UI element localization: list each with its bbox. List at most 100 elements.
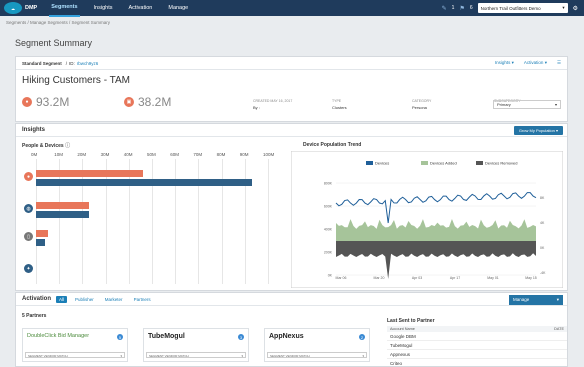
metric-devices: ▣ 38.2M <box>124 95 171 109</box>
bar[interactable] <box>36 170 143 177</box>
page-title: Segment Summary <box>15 38 93 48</box>
chevron-down-icon: ▾ <box>562 5 565 10</box>
gridline <box>244 159 246 284</box>
y-tick-label: 200K <box>324 251 333 255</box>
table-row[interactable]: Google DBM <box>387 332 567 341</box>
partner-badge: 2 <box>359 334 365 340</box>
meta-type: TYPE Clusters <box>332 99 347 110</box>
segment-type: Standard Segment <box>22 60 62 66</box>
top-nav-bar: ☁ DMP Segments Insights Activation Manag… <box>0 0 584 17</box>
gridline <box>152 159 153 284</box>
segment-id: rbwch9yz6 <box>76 60 99 66</box>
gridline <box>175 159 177 284</box>
bar[interactable] <box>36 211 90 218</box>
y-tick-label: 0K <box>328 274 333 278</box>
org-name: Northern Trail Outfitters Demo <box>480 5 541 11</box>
x-tick-label: 80M <box>216 152 226 157</box>
legend-label: Devices Added <box>430 161 457 166</box>
grow-population-button[interactable]: Grow My Population ▾ <box>513 126 563 135</box>
person-icon: ● <box>22 97 32 107</box>
trend-title: Device Population Trend <box>303 142 362 148</box>
bar[interactable] <box>36 179 252 186</box>
product-name: DMP <box>25 5 38 11</box>
tab-marketer[interactable]: Marketer <box>102 296 126 303</box>
partners-count: 5 Partners <box>22 313 47 319</box>
devices-icon: ▣ <box>124 97 134 107</box>
id-label: ID: <box>69 60 75 66</box>
bar[interactable] <box>36 230 48 237</box>
gridline <box>268 159 269 284</box>
legend-label: Devices <box>375 161 389 166</box>
partner-badge: 3 <box>238 334 244 340</box>
tab-partners[interactable]: Partners <box>131 296 154 303</box>
menu-icon[interactable]: ☰ <box>557 60 561 66</box>
y-tick-label: 400K <box>324 228 333 232</box>
bell-icon[interactable]: ⚑ <box>459 5 464 12</box>
gridline <box>221 159 223 284</box>
vendor-match-select[interactable]: SEGMENT VENDOR MATCH ▾ <box>25 352 125 358</box>
gridline <box>105 159 107 284</box>
x-tick-label: May 01 <box>487 276 499 280</box>
y-tick-label: 600K <box>324 205 333 209</box>
x-tick-label: May 15 <box>525 276 537 280</box>
insights-panel: Insights Grow My Population ▾ People & D… <box>15 123 568 291</box>
globe-icon: ◍ <box>24 204 33 213</box>
y-tick-label: 800K <box>324 182 333 186</box>
table-row[interactable]: TubeMogul <box>387 341 567 350</box>
trend-frame <box>291 151 563 288</box>
metric-people-value: 93.2M <box>36 95 70 109</box>
summary-header: Standard Segment / ID: rbwch9yz6 <box>16 57 567 70</box>
pin-icon[interactable]: ✎ <box>442 5 447 12</box>
legend-swatch <box>421 161 428 165</box>
table-row[interactable]: Criteo <box>387 359 567 367</box>
x-tick-label: 60M <box>170 152 179 157</box>
top-right-controls: ✎ 1 ⚑ 6 Northern Trail Outfitters Demo ▾… <box>442 3 578 13</box>
gridline <box>36 159 37 284</box>
last-sent-table: Last Sent to Partner Account Name DATE Go… <box>387 318 567 367</box>
table-row[interactable]: Appnexus <box>387 350 567 359</box>
x-tick-label: Mar 20 <box>374 276 385 280</box>
nav-insights[interactable]: Insights <box>92 0 115 16</box>
x-tick-label: Mar 06 <box>336 276 347 280</box>
tab-all[interactable]: All <box>56 295 68 303</box>
nav-manage[interactable]: Manage <box>166 0 190 16</box>
nav-activation[interactable]: Activation <box>127 0 155 16</box>
x-tick-label: 70M <box>193 152 203 157</box>
segment-name: Hiking Customers - TAM <box>22 75 130 86</box>
org-select[interactable]: Northern Trail Outfitters Demo ▾ <box>477 3 568 13</box>
tab-publisher[interactable]: Publisher <box>72 296 97 303</box>
bar[interactable] <box>36 202 90 209</box>
bar[interactable] <box>36 239 46 246</box>
meta-created: CREATED MAY 16, 2017 By : <box>253 99 293 110</box>
vendor-match-select[interactable]: SEGMENT VENDOR MATCH ▾ <box>267 352 367 358</box>
salesforce-logo[interactable]: ☁ <box>4 2 22 14</box>
activation-title: Activation <box>22 296 52 302</box>
person-icon: ● <box>24 172 33 181</box>
partner-card-dbm[interactable]: DoubleClick Bid Manager 5 SEGMENT VENDOR… <box>22 328 128 362</box>
partner-card-appnexus[interactable]: AppNexus 2 SEGMENT VENDOR MATCH ▾ <box>264 328 370 362</box>
people-devices-title: People & Devices ⓘ <box>22 143 71 149</box>
legend-label: Devices Removed <box>485 161 517 166</box>
metric-devices-value: 38.2M <box>138 95 172 109</box>
breadcrumb[interactable]: Segments / Manage Segments / Segment Sum… <box>6 20 110 25</box>
partner-logo-tubemogul: TubeMogul <box>148 333 185 340</box>
x-tick-label: 20M <box>77 152 87 157</box>
vendor-match-select[interactable]: SEGMENT VENDOR MATCH ▾ <box>146 352 246 358</box>
meta-category: CATEGORY Persona <box>412 99 432 110</box>
gridline <box>128 159 130 284</box>
partner-card-tubemogul[interactable]: TubeMogul 3 SEGMENT VENDOR MATCH ▾ <box>143 328 249 362</box>
nav-segments[interactable]: Segments <box>49 0 80 17</box>
insights-dropdown[interactable]: Insights ▾ <box>495 60 514 66</box>
activation-dropdown[interactable]: Activation ▾ <box>524 60 547 66</box>
y2-tick-label: 0K <box>540 246 545 250</box>
y2-tick-label: 8K <box>540 196 545 200</box>
messages-count: 6 <box>469 5 473 11</box>
gear-icon[interactable]: ⚙ <box>573 5 578 12</box>
metric-people: ● 93.2M <box>22 95 69 109</box>
manage-button[interactable]: Manage ▾ <box>509 295 563 305</box>
device-trend-chart: 800K 600K 400K 200K 0K 8K 4K 0K -4K Mar 06 Mar 20 A… <box>291 151 563 288</box>
activation-header: Activation All Publisher Marketer Partne… <box>16 293 567 306</box>
x-tick-label: 100M <box>263 152 275 157</box>
partner-badge: 5 <box>117 334 123 340</box>
subcategory-select[interactable]: Primary ▾ <box>493 100 561 109</box>
